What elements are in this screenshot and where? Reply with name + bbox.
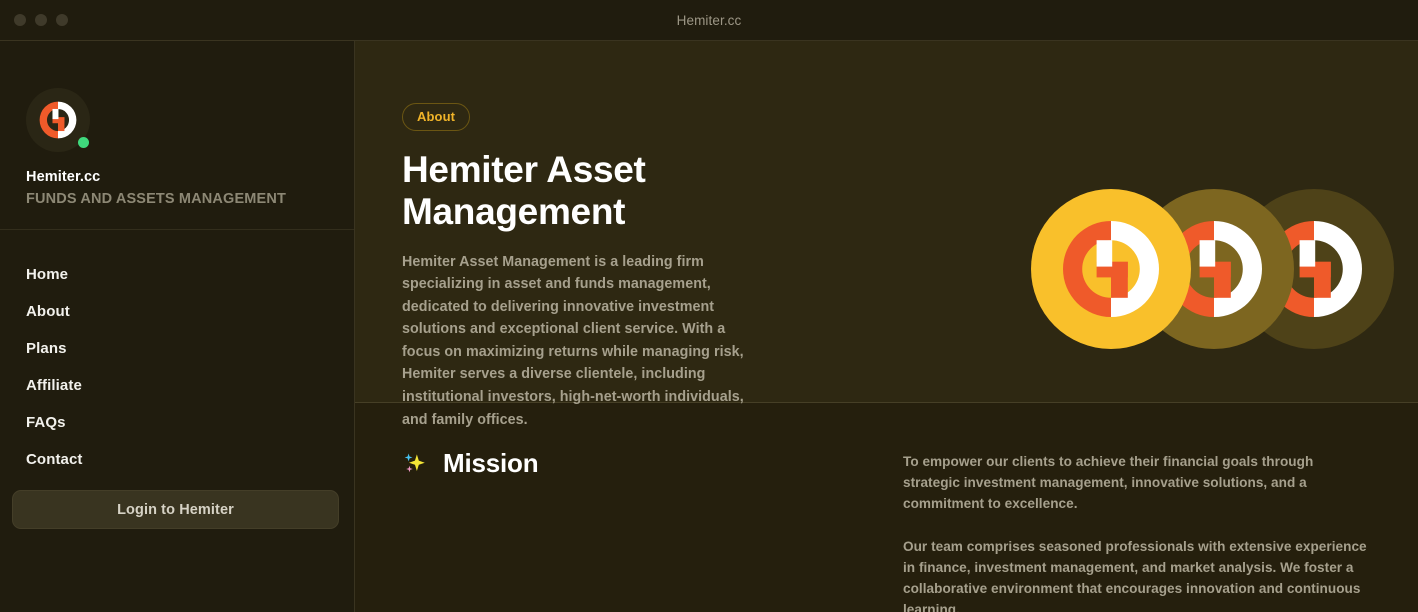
traffic-light-buttons	[14, 14, 68, 26]
mission-section: Mission To empower our clients to achiev…	[355, 403, 1418, 612]
window-title: Hemiter.cc	[676, 12, 742, 28]
sidebar-item-plans[interactable]: Plans	[26, 330, 354, 367]
sidebar-item-contact[interactable]: Contact	[26, 441, 354, 478]
maximize-button[interactable]	[56, 14, 68, 26]
window-body: Hemiter.cc FUNDS AND ASSETS MANAGEMENT H…	[0, 41, 1418, 612]
login-button-wrap: Login to Hemiter	[0, 478, 354, 529]
coin-gold	[1031, 189, 1191, 349]
mission-paragraph-2: Our team comprises seasoned professional…	[903, 539, 1367, 612]
sidebar-item-home[interactable]: Home	[26, 256, 354, 293]
sidebar-nav: Home About Plans Affiliate FAQs Contact	[0, 230, 354, 478]
minimize-button[interactable]	[35, 14, 47, 26]
brand-tagline: FUNDS AND ASSETS MANAGEMENT	[26, 191, 286, 207]
mission-heading: Mission	[402, 448, 882, 479]
hero-coin-artwork	[1031, 189, 1394, 349]
sidebar-item-faqs[interactable]: FAQs	[26, 404, 354, 441]
app-window: Hemiter.cc Hemiter.cc FUNDS AND ASSETS M…	[0, 0, 1418, 612]
login-button[interactable]: Login to Hemiter	[12, 490, 339, 529]
hero-paragraph: Hemiter Asset Management is a leading fi…	[402, 253, 744, 428]
sidebar-item-about[interactable]: About	[26, 293, 354, 330]
status-badge: About	[402, 103, 471, 131]
sparkles-icon	[404, 453, 425, 472]
close-button[interactable]	[14, 14, 26, 26]
mission-body: To empower our clients to achieve their …	[903, 448, 1373, 612]
hero-section: About Hemiter Asset Management Hemiter A…	[355, 41, 1418, 428]
brand-block: Hemiter.cc FUNDS AND ASSETS MANAGEMENT	[0, 41, 354, 207]
online-status-dot	[78, 137, 89, 148]
mission-title: Mission	[443, 448, 539, 478]
brand-logo	[26, 88, 90, 152]
mission-paragraph-1: To empower our clients to achieve their …	[903, 454, 1314, 512]
page-title: Hemiter Asset Management	[402, 149, 646, 232]
main-content: About Hemiter Asset Management Hemiter A…	[355, 41, 1418, 612]
title-bar: Hemiter.cc	[0, 0, 1418, 41]
sidebar: Hemiter.cc FUNDS AND ASSETS MANAGEMENT H…	[0, 41, 355, 612]
hero-text-block: About Hemiter Asset Management Hemiter A…	[355, 41, 755, 428]
brand-name: Hemiter.cc	[26, 169, 101, 185]
mission-heading-block: Mission	[402, 448, 882, 612]
sidebar-item-affiliate[interactable]: Affiliate	[26, 367, 354, 404]
